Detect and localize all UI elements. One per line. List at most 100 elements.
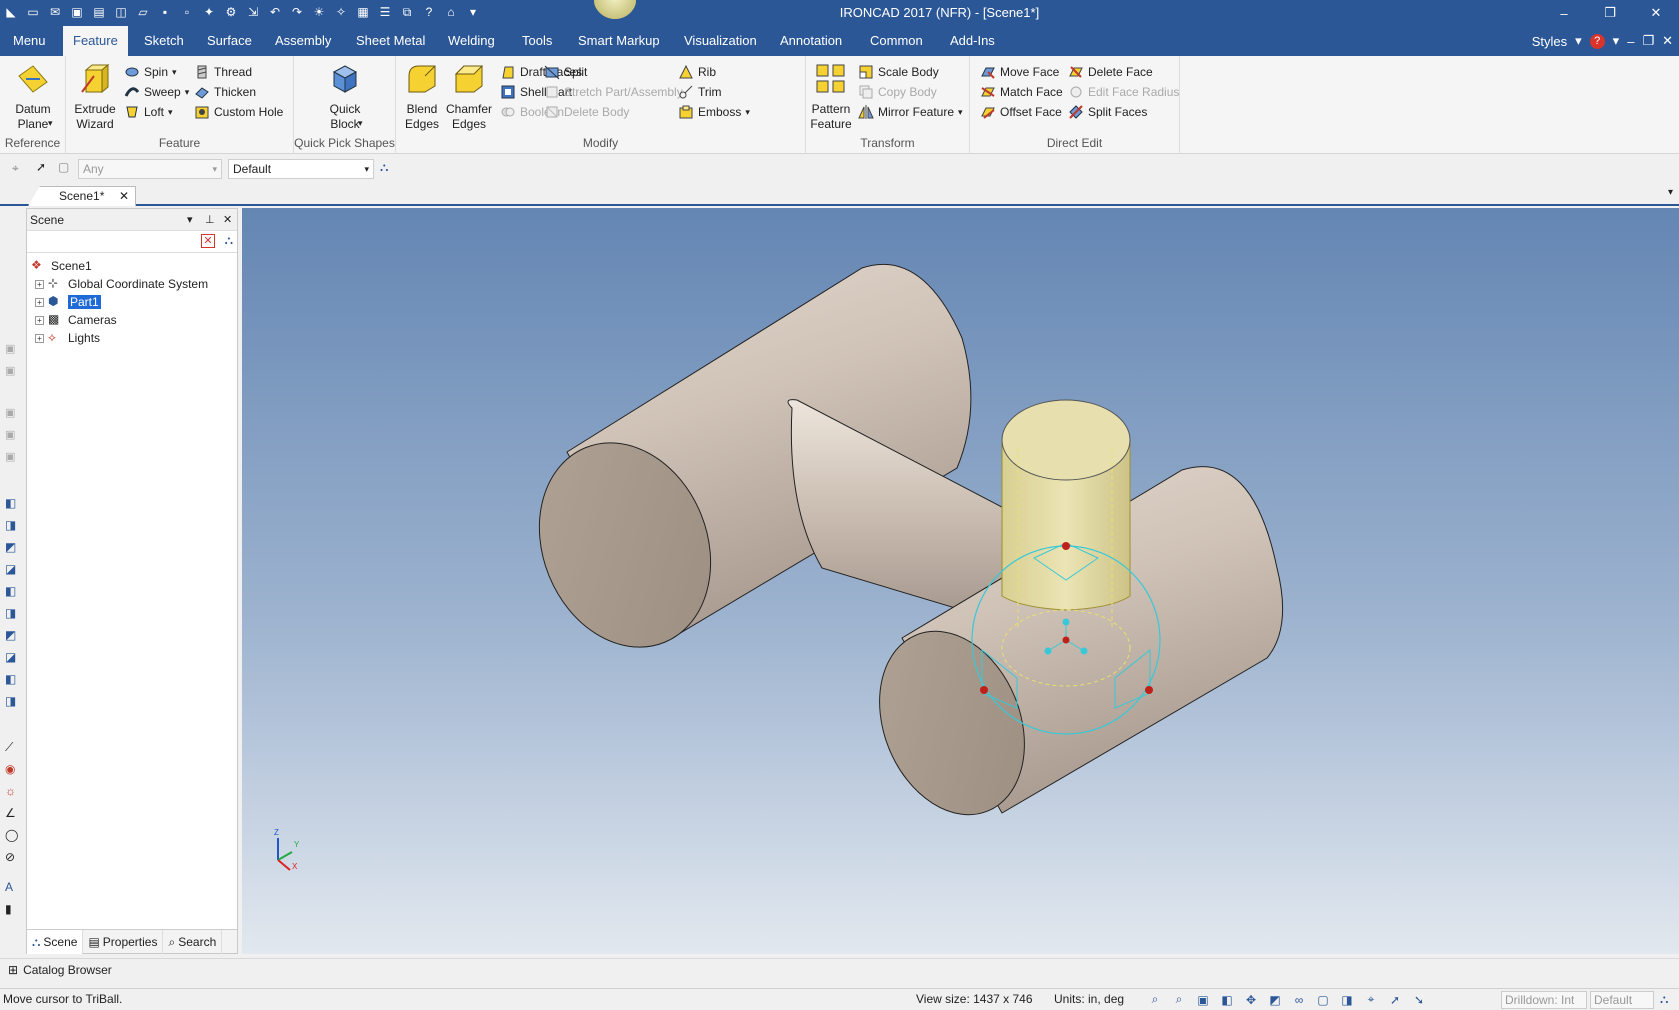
thicken-button[interactable]: Thicken [194, 82, 256, 102]
tab-tools[interactable]: Tools [512, 26, 562, 56]
pointer-icon[interactable]: ➚ [1386, 991, 1404, 1008]
close-button[interactable]: ✕ [1633, 0, 1679, 26]
stretch-part-button[interactable]: Stretch Part/Assembly [544, 82, 683, 102]
spin-button[interactable]: Spin ▾ [124, 62, 177, 82]
annotation-icon[interactable]: A [5, 880, 21, 896]
tab-add-ins[interactable]: Add-Ins [940, 26, 1005, 56]
view-cube-icon[interactable]: ▣ [1194, 991, 1212, 1008]
delete-face-button[interactable]: Delete Face [1068, 62, 1153, 82]
mirror-feature-button[interactable]: Mirror Feature ▾ [858, 102, 963, 122]
view-icon[interactable]: ▣ [5, 428, 21, 444]
view-icon[interactable]: ▣ [5, 342, 21, 358]
rotate-icon[interactable]: ◯ [5, 828, 21, 844]
split-faces-button[interactable]: Split Faces [1068, 102, 1147, 122]
filter-tree-icon[interactable]: ⛬ [225, 233, 233, 248]
close-tab-icon[interactable]: ✕ [119, 187, 129, 205]
hierarchy-icon[interactable]: ⛬ [380, 160, 388, 175]
tab-sheet-metal[interactable]: Sheet Metal [346, 26, 435, 56]
drilldown-combo[interactable]: Drilldown: Int [1501, 991, 1587, 1009]
rib-button[interactable]: Rib [678, 62, 716, 82]
loft-button[interactable]: Loft ▾ [124, 102, 173, 122]
styles-menu[interactable]: Styles [1532, 34, 1567, 49]
restore-button[interactable]: ❐ [1587, 0, 1633, 26]
measure-icon[interactable]: ⟋ [5, 740, 21, 756]
styles-dropdown-icon[interactable]: ▾ [1575, 33, 1582, 49]
selection-filter-icon[interactable]: ⌖ [12, 161, 19, 176]
pan-icon[interactable]: ✥ [1242, 991, 1260, 1008]
glasses-icon[interactable]: ∞ [1290, 991, 1308, 1008]
custom-hole-button[interactable]: Custom Hole [194, 102, 283, 122]
tree-node-lights[interactable]: + ⟡ Lights [27, 329, 237, 347]
split-button[interactable]: Split [544, 62, 587, 82]
doc-minimize-button[interactable]: – [1627, 34, 1634, 49]
pattern-feature-button[interactable]: Pattern Feature [810, 62, 852, 132]
trim-button[interactable]: Trim [678, 82, 722, 102]
delete-body-button[interactable]: Delete Body [544, 102, 629, 122]
tab-assembly[interactable]: Assembly [265, 26, 341, 56]
camera-icon[interactable]: ◉ [5, 762, 21, 778]
left-view-icon[interactable]: ◩ [5, 540, 21, 556]
view-icon[interactable]: ▣ [5, 450, 21, 466]
match-face-button[interactable]: Match Face [980, 82, 1063, 102]
select-pointer-icon[interactable]: ➚ [36, 160, 46, 174]
tab-annotation[interactable]: Annotation [770, 26, 852, 56]
bottom-view-icon[interactable]: ◨ [5, 606, 21, 622]
panel-close-icon[interactable]: ✕ [223, 209, 232, 231]
view-icon[interactable]: ▣ [5, 406, 21, 422]
sweep-button[interactable]: Sweep ▾ [124, 82, 189, 102]
top-view-icon[interactable]: ◧ [5, 584, 21, 600]
tab-surface[interactable]: Surface [197, 26, 262, 56]
help-button[interactable]: ? [1589, 33, 1605, 49]
move-face-button[interactable]: Move Face [980, 62, 1059, 82]
edit-face-radius-button[interactable]: Edit Face Radius [1068, 82, 1179, 102]
tab-scene[interactable]: ⛬ Scene [27, 930, 84, 954]
tree-node-cameras[interactable]: + ▩ Cameras [27, 311, 237, 329]
offset-face-button[interactable]: Offset Face [980, 102, 1062, 122]
expand-icon[interactable]: + [35, 297, 44, 307]
clear-filter-icon[interactable]: ✕ [201, 234, 215, 248]
angle-icon[interactable]: ∠ [5, 806, 21, 822]
orient-icon[interactable]: ◧ [1218, 991, 1236, 1008]
scene-search-bar[interactable]: ✕ ⛬ [27, 231, 237, 253]
tab-menu[interactable]: Menu [3, 26, 56, 56]
pick-icon[interactable]: ⌖ [1362, 991, 1380, 1008]
document-tab-scene1[interactable]: Scene1* ✕ [28, 186, 136, 206]
wireframe-icon[interactable]: ◧ [5, 672, 21, 688]
chamfer-edges-button[interactable]: Chamfer Edges [446, 62, 492, 132]
ruler-icon[interactable]: ▮ [5, 902, 21, 918]
view-icon[interactable]: ▣ [5, 364, 21, 380]
no-entry-icon[interactable]: ⊘ [5, 850, 21, 866]
style-combo[interactable]: Default ▾ [228, 159, 374, 179]
tab-welding[interactable]: Welding [438, 26, 505, 56]
right-view-icon[interactable]: ◪ [5, 562, 21, 578]
quick-block-button[interactable]: Quick Block ▾ [320, 62, 370, 132]
tab-smart-markup[interactable]: Smart Markup [568, 26, 670, 56]
expand-icon[interactable]: + [35, 279, 44, 289]
shaded-icon[interactable]: ◪ [5, 650, 21, 666]
scale-body-button[interactable]: Scale Body [858, 62, 939, 82]
minimize-button[interactable]: – [1541, 0, 1587, 26]
zoom-dropdown-icon[interactable]: ⌕ [1170, 991, 1188, 1008]
tab-search[interactable]: ⌕ Search [163, 930, 223, 954]
select-window-icon[interactable]: ▢ [58, 160, 69, 174]
doc-close-button[interactable]: ✕ [1662, 33, 1673, 49]
hidden-line-icon[interactable]: ◨ [5, 694, 21, 710]
back-view-icon[interactable]: ◨ [5, 518, 21, 534]
datum-plane-button[interactable]: Datum Plane ▾ [8, 62, 58, 132]
default-combo[interactable]: Default [1590, 991, 1654, 1009]
expand-icon[interactable]: + [35, 333, 44, 343]
tab-visualization[interactable]: Visualization [674, 26, 767, 56]
tabs-overflow-icon[interactable]: ▾ [1668, 187, 1673, 198]
tab-feature[interactable]: Feature [63, 26, 128, 56]
tab-common[interactable]: Common [860, 26, 933, 56]
copy-body-button[interactable]: Copy Body [858, 82, 937, 102]
frame-icon[interactable]: ▢ [1314, 991, 1332, 1008]
3d-viewport[interactable]: Z Y X [242, 208, 1679, 954]
tree-node-part1[interactable]: + ⬢ Part1 [27, 293, 237, 311]
section-icon[interactable]: ◨ [1338, 991, 1356, 1008]
tree-node-scene1[interactable]: ❖ Scene1 [27, 257, 237, 275]
emboss-button[interactable]: Emboss ▾ [678, 102, 750, 122]
help-dropdown-icon[interactable]: ▾ [1613, 33, 1620, 49]
render-mode-icon[interactable]: ◩ [1266, 991, 1284, 1008]
front-view-icon[interactable]: ◧ [5, 496, 21, 512]
